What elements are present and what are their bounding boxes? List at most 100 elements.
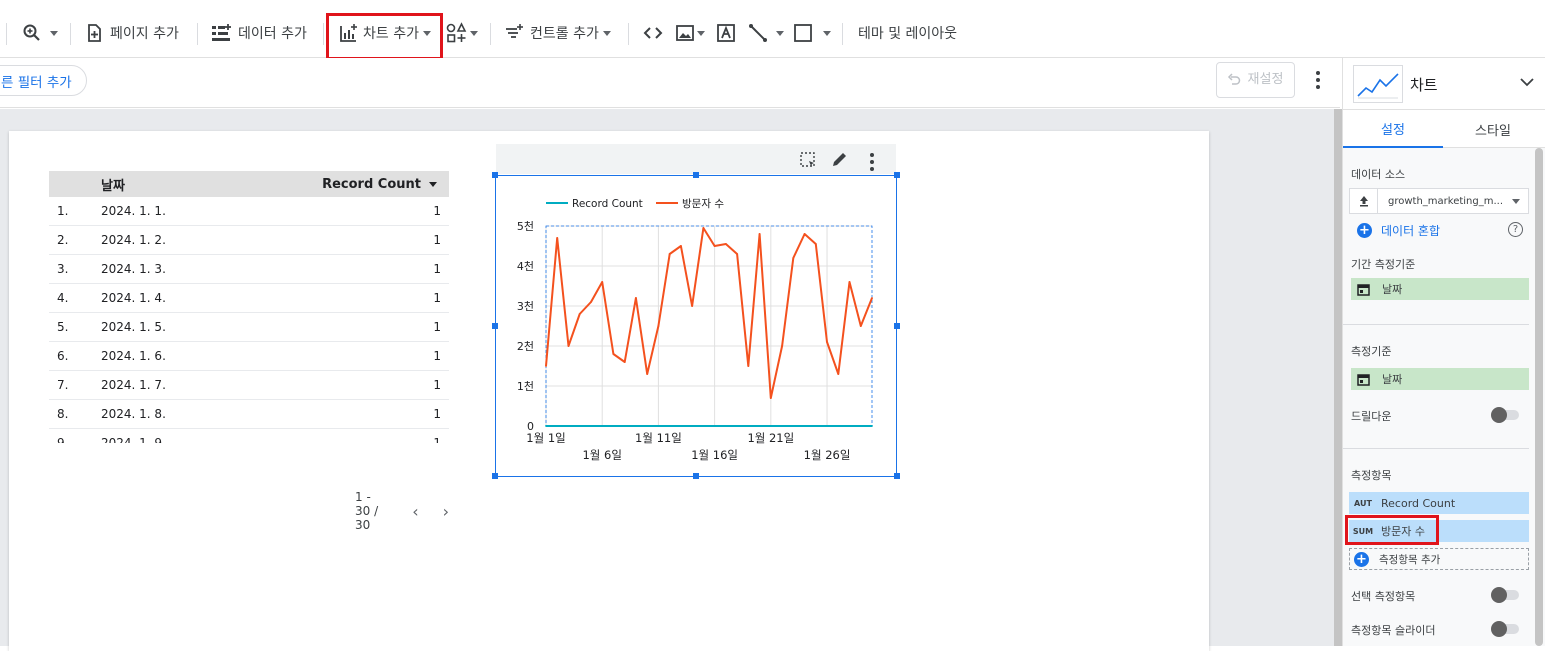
canvas-scrollbar[interactable]: [1334, 109, 1342, 646]
data-point: [871, 425, 873, 427]
date-range-dimension-chip[interactable]: 날짜: [1351, 278, 1529, 300]
data-point: [826, 341, 828, 343]
more-options-icon[interactable]: [1316, 71, 1320, 92]
add-control-label: 컨트롤 추가: [530, 26, 599, 42]
chevron-down-icon: [602, 30, 611, 36]
data-point: [623, 425, 626, 427]
data-point: [803, 425, 806, 427]
legend-label: Record Count: [572, 198, 643, 210]
time-series-chart[interactable]: 0 1천 2천 3천 4천 5천 1월 1일 1월 11일 1월 21일 1월 6일 1월 16일 1…: [492, 172, 900, 479]
theme-layout-button[interactable]: 테마 및 레이아웃: [858, 18, 957, 48]
row-date: 2024. 1. 2.: [101, 233, 166, 247]
tab-setup-label: 설정: [1381, 122, 1405, 138]
data-point: [814, 243, 817, 245]
row-value: 1: [433, 204, 441, 218]
line-button[interactable]: [748, 18, 784, 48]
panel-scrollbar[interactable]: [1535, 148, 1543, 646]
x-tick-label: 1월 11일: [635, 431, 682, 445]
image-button[interactable]: [675, 18, 705, 48]
zoom-button[interactable]: [22, 18, 58, 48]
tab-setup[interactable]: 설정: [1343, 110, 1443, 148]
add-data-label: 데이터 추가: [238, 26, 307, 42]
resize-handle[interactable]: [894, 323, 900, 329]
embed-url-button[interactable]: [642, 18, 664, 48]
row-value: 1: [433, 378, 441, 392]
resize-handle[interactable]: [693, 172, 699, 178]
chart-type-selector[interactable]: 차트: [1343, 58, 1545, 110]
resize-handle[interactable]: [894, 172, 900, 178]
row-date: 2024. 1. 4.: [101, 291, 166, 305]
record-count-header-label: Record Count: [322, 176, 421, 192]
data-point: [590, 425, 592, 427]
row-date: 2024. 1. 9.: [101, 436, 166, 443]
toolbar-divider: [490, 23, 491, 45]
chart-more-icon[interactable]: [870, 153, 874, 174]
highlight-box: [326, 13, 443, 60]
add-page-button[interactable]: 페이지 추가: [84, 18, 179, 48]
blend-data-button[interactable]: + 데이터 혼합: [1357, 222, 1440, 239]
drilldown-toggle[interactable]: [1491, 407, 1519, 423]
table-row[interactable]: 2. 2024. 1. 2. 1: [49, 226, 449, 255]
resize-handle[interactable]: [894, 473, 900, 479]
data-point: [781, 425, 783, 427]
data-point: [792, 257, 795, 259]
metric-chip-record-count[interactable]: AUT Record Count: [1349, 492, 1529, 514]
prev-page-icon[interactable]: ‹: [412, 502, 418, 521]
table-row[interactable]: 7. 2024. 1. 7. 1: [49, 371, 449, 400]
data-source-value: growth_marketing_m...: [1388, 195, 1504, 207]
table-body: 1. 2024. 1. 1. 1 2. 2024. 1. 2. 1 3. 2024. 1. 3…: [49, 197, 449, 443]
add-control-button[interactable]: 컨트롤 추가: [504, 18, 611, 48]
toolbar-divider: [70, 23, 71, 45]
table-row[interactable]: 5. 2024. 1. 5. 1: [49, 313, 449, 342]
tab-style[interactable]: 스타일: [1443, 110, 1543, 148]
help-icon[interactable]: ?: [1508, 222, 1523, 237]
record-count-column-header[interactable]: Record Count: [309, 177, 449, 192]
resize-handle[interactable]: [492, 473, 498, 479]
table-row[interactable]: 9. 2024. 1. 9. 1: [49, 429, 449, 443]
add-filter-chip[interactable]: 른 필터 추가: [0, 65, 87, 96]
data-table[interactable]: 날짜 Record Count 1. 2024. 1. 1. 1 2. 2024. 1.…: [49, 171, 449, 532]
date-column-header[interactable]: 날짜: [101, 175, 309, 194]
table-row[interactable]: 4. 2024. 1. 4. 1: [49, 284, 449, 313]
text-box-button[interactable]: [716, 18, 736, 48]
dimension-chip[interactable]: 날짜: [1351, 368, 1529, 390]
row-date: 2024. 1. 8.: [101, 407, 166, 421]
data-point: [758, 233, 761, 235]
resize-handle[interactable]: [492, 323, 498, 329]
data-point: [635, 425, 637, 427]
add-component-button[interactable]: [446, 18, 478, 48]
table-row[interactable]: 1. 2024. 1. 1. 1: [49, 197, 449, 226]
data-source-label: 데이터 소스: [1351, 168, 1406, 181]
add-metric-button[interactable]: + 측정항목 추가: [1349, 548, 1529, 570]
metric-slider-toggle[interactable]: [1491, 621, 1519, 637]
data-point: [747, 425, 750, 427]
optional-metrics-toggle[interactable]: [1491, 587, 1519, 603]
data-point: [679, 245, 682, 247]
row-index: 3.: [57, 262, 69, 276]
table-row[interactable]: 6. 2024. 1. 6. 1: [49, 342, 449, 371]
properties-panel: 차트 설정 스타일 데이터 소스 growth_marketing_m... +…: [1342, 58, 1545, 646]
y-tick-label: 3천: [517, 299, 534, 313]
theme-layout-label: 테마 및 레이아웃: [858, 26, 958, 42]
edit-icon[interactable]: [831, 151, 848, 168]
calendar-icon: [1357, 373, 1370, 386]
row-index: 7.: [57, 378, 69, 392]
data-point: [691, 425, 694, 427]
shape-button[interactable]: [793, 18, 831, 48]
metric-agg: AUT: [1354, 498, 1372, 508]
resize-handle[interactable]: [693, 473, 699, 479]
data-source-select[interactable]: growth_marketing_m...: [1349, 188, 1529, 214]
add-data-button[interactable]: 데이터 추가: [210, 18, 307, 48]
next-page-icon[interactable]: ›: [443, 502, 449, 521]
data-point: [556, 237, 559, 239]
data-point: [814, 425, 817, 427]
data-point: [848, 281, 851, 283]
select-area-icon[interactable]: [800, 152, 816, 168]
row-index: 8.: [57, 407, 69, 421]
table-row[interactable]: 8. 2024. 1. 8. 1: [49, 400, 449, 429]
dimension-value: 날짜: [1382, 373, 1403, 386]
reset-button[interactable]: 재설정: [1216, 62, 1295, 98]
resize-handle[interactable]: [492, 172, 498, 178]
table-row[interactable]: 3. 2024. 1. 3. 1: [49, 255, 449, 284]
calendar-icon: [1357, 283, 1370, 296]
